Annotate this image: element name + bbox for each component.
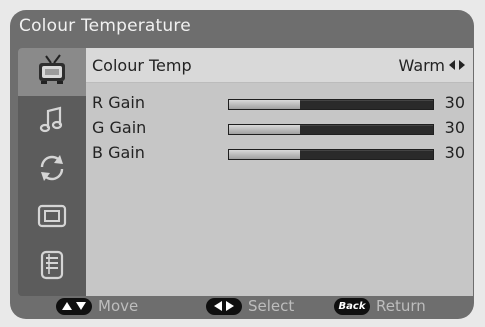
- osd-menu-frame: Colour Temperature Colour Temp Warm R Ga…: [10, 10, 474, 319]
- move-hint: Move: [56, 297, 138, 315]
- return-hint: Back Return: [334, 297, 426, 315]
- tv-osd-screen: Colour Temperature Colour Temp Warm R Ga…: [0, 0, 485, 327]
- sidebar-item-picture[interactable]: [18, 48, 86, 96]
- settings-panel-icon: [40, 250, 64, 280]
- select-hint: Select: [206, 297, 294, 315]
- sidebar-item-channel[interactable]: [18, 144, 86, 192]
- r-gain-slider-fill: [229, 100, 301, 109]
- g-gain-row[interactable]: G Gain 30: [86, 115, 473, 140]
- colour-temp-value: Warm: [398, 56, 445, 75]
- tv-icon: [39, 54, 65, 84]
- left-right-key-icon: [214, 301, 234, 311]
- b-gain-value: 30: [444, 143, 465, 162]
- colour-temp-label: Colour Temp: [92, 56, 192, 75]
- g-gain-label: G Gain: [92, 118, 147, 137]
- b-gain-slider-fill: [229, 150, 301, 159]
- left-right-key: [206, 297, 242, 315]
- b-gain-slider[interactable]: [228, 149, 434, 160]
- colour-temp-row[interactable]: Colour Temp Warm: [86, 48, 473, 83]
- up-down-arrows-icon: [62, 302, 86, 310]
- return-hint-label: Return: [376, 297, 426, 315]
- left-right-arrows-icon[interactable]: [449, 59, 465, 71]
- sidebar-item-screen[interactable]: [18, 192, 86, 240]
- menu-title: Colour Temperature: [19, 16, 191, 36]
- select-hint-label: Select: [248, 297, 295, 315]
- picture-in-picture-icon: [37, 204, 67, 228]
- g-gain-slider[interactable]: [228, 124, 434, 135]
- up-down-key: [56, 297, 92, 315]
- settings-panel: Colour Temp Warm R Gain 30 G Gain 30 B G…: [86, 48, 473, 296]
- r-gain-slider[interactable]: [228, 99, 434, 110]
- b-gain-row[interactable]: B Gain 30: [86, 140, 473, 165]
- footer-hints: Move Select Back Return: [10, 296, 474, 319]
- move-hint-label: Move: [98, 297, 139, 315]
- category-sidebar: [18, 48, 86, 296]
- r-gain-label: R Gain: [92, 93, 145, 112]
- g-gain-slider-fill: [229, 125, 301, 134]
- sidebar-item-sound[interactable]: [18, 96, 86, 144]
- b-gain-label: B Gain: [92, 143, 145, 162]
- sidebar-item-features[interactable]: [18, 240, 86, 288]
- r-gain-row[interactable]: R Gain 30: [86, 90, 473, 115]
- refresh-icon: [40, 155, 64, 181]
- music-note-icon: [39, 106, 63, 133]
- back-key: Back: [334, 297, 370, 315]
- r-gain-value: 30: [444, 93, 465, 112]
- title-bar: Colour Temperature: [10, 10, 474, 46]
- g-gain-value: 30: [444, 118, 465, 137]
